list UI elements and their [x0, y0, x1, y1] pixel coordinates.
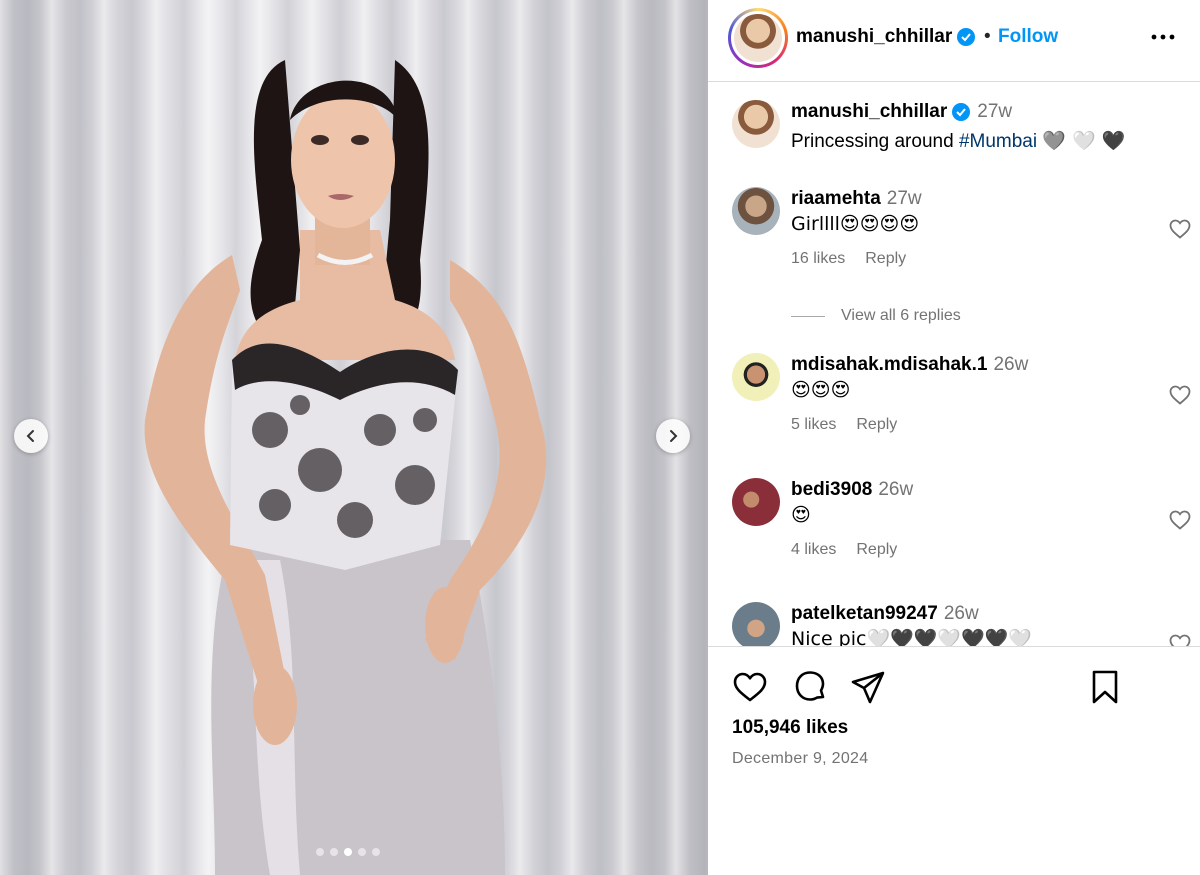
follow-button[interactable]: Follow — [998, 26, 1058, 48]
separator-dot: • — [984, 26, 991, 47]
carousel-dot — [330, 848, 338, 856]
heart-icon[interactable] — [1168, 217, 1192, 241]
comment-text: Nice pic🤍🖤🖤🤍🖤🖤🤍 — [791, 628, 1033, 646]
comment-text: 😍 — [791, 504, 811, 526]
replies-divider — [791, 315, 825, 317]
comment-time: 26w — [878, 479, 914, 500]
heart-icon[interactable] — [1168, 632, 1192, 646]
story-ring[interactable] — [728, 8, 788, 68]
avatar[interactable] — [732, 478, 780, 526]
reply-button[interactable]: Reply — [865, 250, 906, 268]
bookmark-icon[interactable] — [1087, 669, 1123, 705]
comment-likes[interactable]: 5 likes — [791, 416, 836, 434]
reply-button[interactable]: Reply — [856, 416, 897, 434]
comments-list[interactable]: manushi_chhillar 27w Princessing around #… — [708, 83, 1200, 646]
carousel-indicator — [316, 848, 380, 856]
avatar[interactable] — [732, 100, 780, 148]
carousel-dot-active — [344, 848, 352, 856]
chevron-left-icon — [26, 430, 34, 442]
heart-icon[interactable] — [1168, 383, 1192, 407]
hashtag-link[interactable]: #Mumbai — [959, 131, 1037, 152]
caption-username[interactable]: manushi_chhillar — [791, 101, 947, 122]
comment-username[interactable]: patelketan99247 — [791, 603, 938, 624]
post-actions: 105,946 likes December 9, 2024 — [708, 646, 1200, 875]
comment-text: Girllll😍😍😍😍 — [791, 213, 920, 235]
avatar[interactable] — [732, 353, 780, 401]
comment-text: 😍😍😍 — [791, 379, 851, 401]
view-replies-label[interactable]: View all 6 replies — [841, 307, 961, 325]
like-heart-icon[interactable] — [732, 669, 768, 705]
comment-username[interactable]: mdisahak.mdisahak.1 — [791, 354, 987, 375]
comment-icon[interactable] — [792, 669, 828, 705]
avatar[interactable] — [732, 187, 780, 235]
comment-likes[interactable]: 16 likes — [791, 250, 845, 268]
comment-username[interactable]: riaamehta — [791, 188, 881, 209]
next-slide-button[interactable] — [656, 419, 690, 453]
comment-likes[interactable]: 4 likes — [791, 541, 836, 559]
comment-time: 27w — [886, 188, 922, 209]
comment-time: 26w — [993, 354, 1029, 375]
more-horizontal-icon — [1151, 34, 1175, 40]
avatar[interactable] — [732, 602, 780, 646]
avatar — [734, 14, 782, 62]
share-send-icon[interactable] — [850, 669, 886, 705]
heart-icon[interactable] — [1168, 508, 1192, 532]
comment-username[interactable]: bedi3908 — [791, 479, 872, 500]
more-options-button[interactable] — [1148, 22, 1178, 52]
carousel-dot — [372, 848, 380, 856]
caption-time: 27w — [977, 101, 1013, 122]
caption-text: Princessing around — [791, 131, 959, 152]
carousel-dot — [358, 848, 366, 856]
caption-emojis: 🩶 🤍 🖤 — [1042, 130, 1126, 152]
post-side-panel: manushi_chhillar • Follow manushi_chhill… — [708, 0, 1200, 875]
post-header: manushi_chhillar • Follow — [708, 0, 1200, 82]
chevron-right-icon — [670, 430, 678, 442]
post-photo — [144, 60, 547, 875]
verified-badge-icon — [957, 27, 976, 46]
comment-time: 26w — [943, 603, 979, 624]
post-date: December 9, 2024 — [732, 750, 869, 767]
header-username[interactable]: manushi_chhillar — [796, 26, 976, 48]
verified-badge-icon — [952, 102, 971, 121]
view-replies-button[interactable]: View all 6 replies — [791, 307, 961, 325]
reply-button[interactable]: Reply — [856, 541, 897, 559]
post-media[interactable] — [0, 0, 708, 875]
previous-slide-button[interactable] — [14, 419, 48, 453]
likes-count[interactable]: 105,946 likes — [732, 717, 848, 739]
carousel-dot — [316, 848, 324, 856]
